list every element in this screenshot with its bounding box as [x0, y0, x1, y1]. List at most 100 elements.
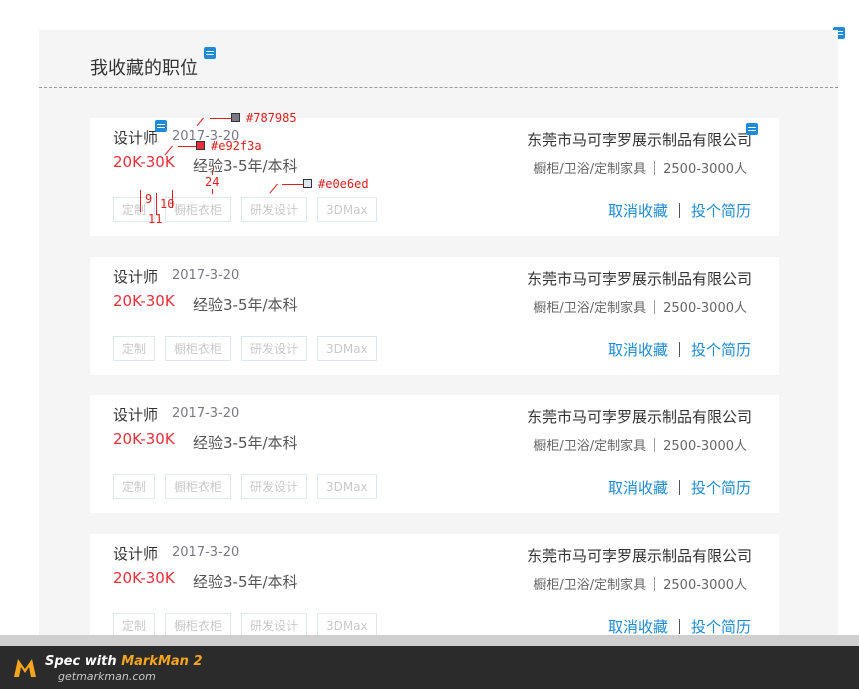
annotation-line: [282, 184, 303, 185]
company-meta: 橱柜/卫浴/定制家具 2500-3000人: [533, 158, 747, 177]
job-salary: 20K-30K: [113, 430, 175, 448]
company-meta: 橱柜/卫浴/定制家具 2500-3000人: [533, 297, 747, 316]
job-experience: 经验3-5年/本科: [193, 573, 298, 591]
cancel-favorite-link[interactable]: 取消收藏: [608, 200, 668, 221]
job-experience: 经验3-5年/本科: [193, 157, 298, 175]
cancel-favorite-link[interactable]: 取消收藏: [608, 477, 668, 498]
color-swatch-date: [231, 113, 240, 122]
company-meta: 橱柜/卫浴/定制家具 2500-3000人: [533, 435, 747, 454]
action-divider: [678, 342, 680, 357]
tag: 3DMax: [317, 197, 377, 222]
job-title[interactable]: 设计师: [113, 404, 158, 425]
annotation-line: [178, 146, 196, 147]
tag: 研发设计: [241, 474, 308, 499]
company-industry: 橱柜/卫浴/定制家具: [533, 162, 647, 177]
annotation-line: [210, 118, 231, 119]
apply-resume-link[interactable]: 投个简历: [691, 616, 751, 635]
measure-line: [172, 190, 173, 208]
apply-resume-link[interactable]: 投个简历: [691, 339, 751, 360]
job-card: 设计师 2017-3-20 20K-30K 经验3-5年/本科 东莞市马可孛罗展…: [90, 257, 779, 375]
note-icon[interactable]: [155, 120, 167, 132]
color-swatch-tag-border: [303, 179, 312, 188]
measure-line: [156, 193, 157, 215]
company-industry: 橱柜/卫浴/定制家具: [533, 301, 647, 316]
note-icon[interactable]: [746, 123, 758, 135]
apply-resume-link[interactable]: 投个简历: [691, 477, 751, 498]
company-name[interactable]: 东莞市马可孛罗展示制品有限公司: [527, 545, 752, 566]
company-size: 2500-3000人: [663, 162, 747, 177]
tag: 橱柜衣柜: [165, 613, 232, 635]
tag: 橱柜衣柜: [165, 474, 232, 499]
meta-divider: [654, 438, 656, 452]
company-size: 2500-3000人: [663, 301, 747, 316]
apply-resume-link[interactable]: 投个简历: [691, 200, 751, 221]
job-experience: 经验3-5年/本科: [193, 434, 298, 452]
tag: 3DMax: [317, 613, 377, 635]
job-actions: 取消收藏 投个简历: [608, 616, 751, 635]
job-title[interactable]: 设计师: [113, 127, 158, 148]
horizontal-scrollbar[interactable]: [0, 635, 859, 646]
job-salary: 20K-30K: [113, 569, 175, 587]
tag: 定制: [113, 613, 156, 635]
note-icon[interactable]: [204, 47, 216, 59]
tag: 3DMax: [317, 474, 377, 499]
company-name[interactable]: 东莞市马可孛罗展示制品有限公司: [527, 129, 752, 150]
cancel-favorite-link[interactable]: 取消收藏: [608, 616, 668, 635]
measure-label: 24: [205, 175, 220, 189]
meta-divider: [654, 577, 656, 591]
measure-line: [140, 190, 141, 212]
brand-prefix: Spec with: [45, 654, 122, 669]
company-meta: 橱柜/卫浴/定制家具 2500-3000人: [533, 574, 747, 593]
company-size: 2500-3000人: [663, 439, 747, 454]
meta-divider: [654, 161, 656, 175]
job-salary: 20K-30K: [113, 292, 175, 310]
markman-logo-icon: [14, 659, 36, 677]
job-card: 设计师 2017-3-20 20K-30K 经验3-5年/本科 东莞市马可孛罗展…: [90, 534, 779, 635]
panel-header: 我收藏的职位: [39, 30, 838, 88]
company-name[interactable]: 东莞市马可孛罗展示制品有限公司: [527, 268, 752, 289]
color-label-salary: #e92f3a: [211, 139, 262, 153]
brand-name: MarkMan 2: [121, 654, 203, 669]
job-experience: 经验3-5年/本科: [193, 296, 298, 314]
tag-list: 定制 橱柜衣柜 研发设计 3DMax: [113, 474, 387, 499]
company-name[interactable]: 东莞市马可孛罗展示制品有限公司: [527, 406, 752, 427]
job-date: 2017-3-20: [172, 268, 240, 283]
color-label-tag-border: #e0e6ed: [318, 177, 369, 191]
job-title[interactable]: 设计师: [113, 543, 158, 564]
tag: 研发设计: [241, 197, 308, 222]
job-date: 2017-3-20: [172, 545, 240, 560]
tag: 研发设计: [241, 336, 308, 361]
action-divider: [678, 480, 680, 495]
job-actions: 取消收藏 投个简历: [608, 339, 751, 360]
tag: 橱柜衣柜: [165, 197, 232, 222]
job-actions: 取消收藏 投个简历: [608, 200, 751, 221]
tag: 定制: [113, 474, 156, 499]
tag-list: 定制 橱柜衣柜 研发设计 3DMax: [113, 336, 387, 361]
tag: 3DMax: [317, 336, 377, 361]
job-title[interactable]: 设计师: [113, 266, 158, 287]
tag-list: 定制 橱柜衣柜 研发设计 3DMax: [113, 613, 387, 635]
markman-footer: Spec with MarkMan 2 getmarkman.com: [0, 646, 859, 689]
footer-url[interactable]: getmarkman.com: [58, 670, 156, 683]
measure-label: 9: [145, 192, 153, 206]
color-swatch-salary: [196, 141, 205, 150]
action-divider: [678, 203, 680, 218]
job-actions: 取消收藏 投个简历: [608, 477, 751, 498]
job-date: 2017-3-20: [172, 406, 240, 421]
tag: 定制: [113, 336, 156, 361]
footer-brand: Spec with MarkMan 2: [45, 654, 203, 669]
favorites-panel: 我收藏的职位 设计师 2017-3-20 20K-30K 经验3-5年/本科 东…: [39, 30, 838, 635]
color-label-date: #787985: [246, 111, 297, 125]
job-card: 设计师 2017-3-20 20K-30K 经验3-5年/本科 东莞市马可孛罗展…: [90, 395, 779, 513]
cancel-favorite-link[interactable]: 取消收藏: [608, 339, 668, 360]
job-salary: 20K-30K: [113, 153, 175, 171]
tag: 研发设计: [241, 613, 308, 635]
meta-divider: [654, 300, 656, 314]
company-industry: 橱柜/卫浴/定制家具: [533, 439, 647, 454]
company-size: 2500-3000人: [663, 578, 747, 593]
page-title: 我收藏的职位: [90, 58, 198, 79]
job-card: 设计师 2017-3-20 20K-30K 经验3-5年/本科 东莞市马可孛罗展…: [90, 118, 779, 236]
company-industry: 橱柜/卫浴/定制家具: [533, 578, 647, 593]
action-divider: [678, 619, 680, 634]
tag: 橱柜衣柜: [165, 336, 232, 361]
